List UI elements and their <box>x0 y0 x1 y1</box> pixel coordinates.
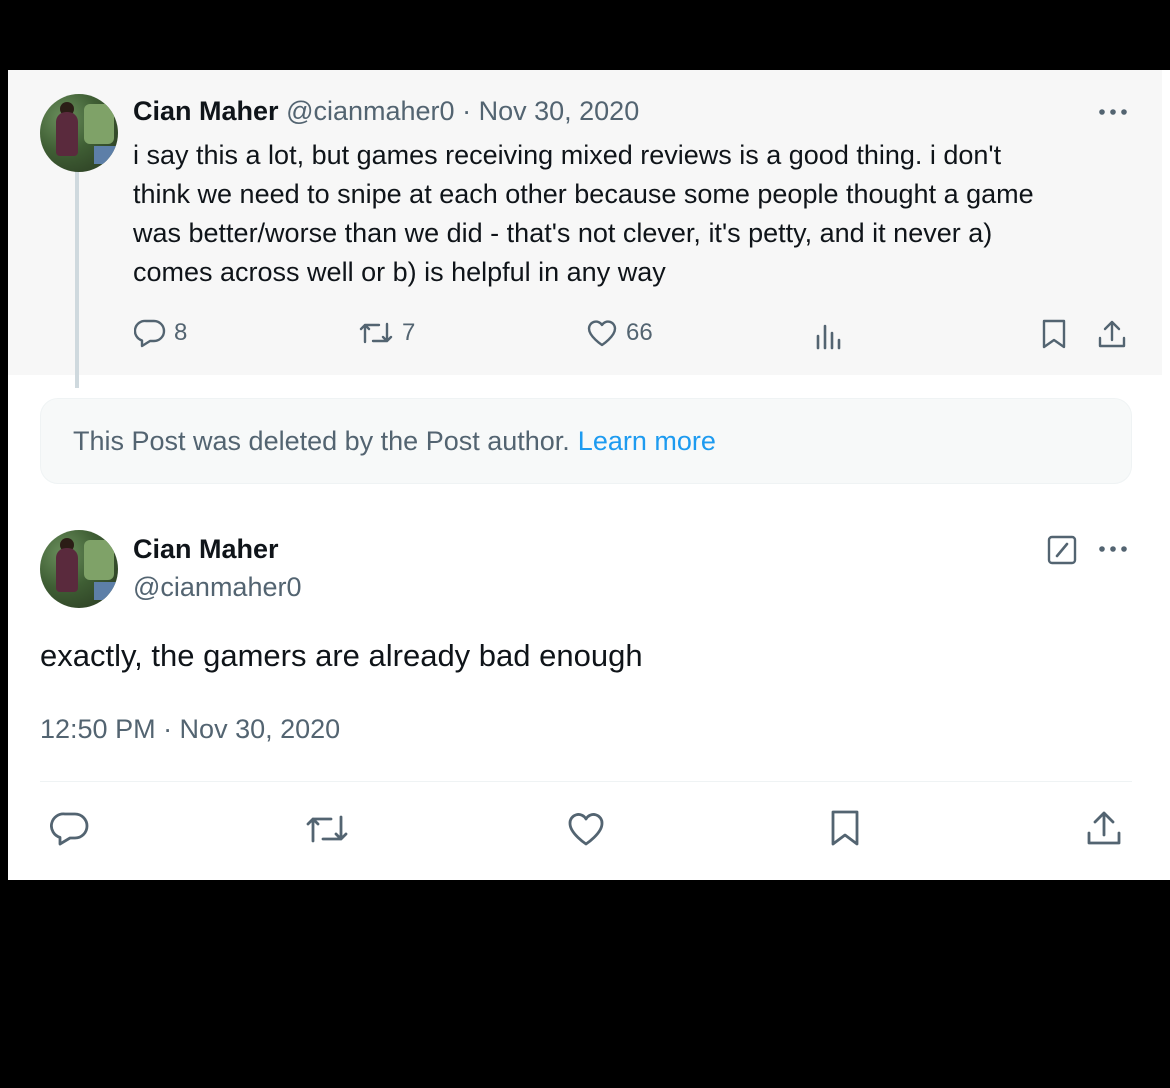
views-icon[interactable] <box>814 320 844 350</box>
repost-icon[interactable] <box>304 810 350 848</box>
like-count: 66 <box>626 319 653 346</box>
parent-post-header: Cian Maher @cianmaher0 · Nov 30, 2020 <box>133 96 639 127</box>
reply-icon[interactable] <box>50 810 90 848</box>
deleted-post-notice: This Post was deleted by the Post author… <box>40 398 1132 484</box>
like-icon[interactable] <box>566 810 606 848</box>
avatar[interactable] <box>40 94 118 172</box>
author-name[interactable]: Cian Maher <box>133 96 279 126</box>
author-handle[interactable]: @cianmaher0 <box>133 572 302 603</box>
post-date[interactable]: Nov 30, 2020 <box>479 96 640 126</box>
avatar[interactable] <box>40 530 118 608</box>
repost-icon <box>358 318 394 348</box>
deleted-notice-text: This Post was deleted by the Post author… <box>73 425 570 456</box>
repost-count: 7 <box>402 319 416 346</box>
bookmark-icon[interactable] <box>828 808 862 848</box>
like-button[interactable]: 66 <box>586 318 653 348</box>
thread-connector-line <box>75 170 79 388</box>
divider <box>40 781 1132 782</box>
post-timestamp[interactable]: 12:50 PM · Nov 30, 2020 <box>40 714 340 745</box>
author-name[interactable]: Cian Maher <box>133 534 279 565</box>
reply-icon <box>134 318 166 348</box>
reply-button[interactable]: 8 <box>134 318 187 348</box>
share-icon[interactable] <box>1084 808 1124 848</box>
repost-button[interactable]: 7 <box>358 318 415 348</box>
post-text-line: comes across well or b) is helpful in an… <box>133 257 666 287</box>
post-text-line: i say this a lot, but games receiving mi… <box>133 140 1002 170</box>
parent-post-text: i say this a lot, but games receiving mi… <box>133 136 1034 292</box>
more-icon[interactable] <box>1096 537 1130 561</box>
header-separator: · <box>462 96 472 126</box>
learn-more-link[interactable]: Learn more <box>578 426 716 457</box>
like-icon <box>586 318 618 348</box>
share-icon[interactable] <box>1096 318 1128 350</box>
reply-count: 8 <box>174 319 188 346</box>
post-text-line: was better/worse than we did - that's no… <box>133 218 993 248</box>
post-text-line: think we need to snipe at each other bec… <box>133 179 1034 209</box>
edit-icon[interactable] <box>1046 534 1078 566</box>
more-icon[interactable] <box>1096 100 1130 124</box>
author-handle[interactable]: @cianmaher0 <box>286 96 455 126</box>
bookmark-icon[interactable] <box>1040 318 1068 350</box>
main-post-text: exactly, the gamers are already bad enou… <box>40 638 643 673</box>
